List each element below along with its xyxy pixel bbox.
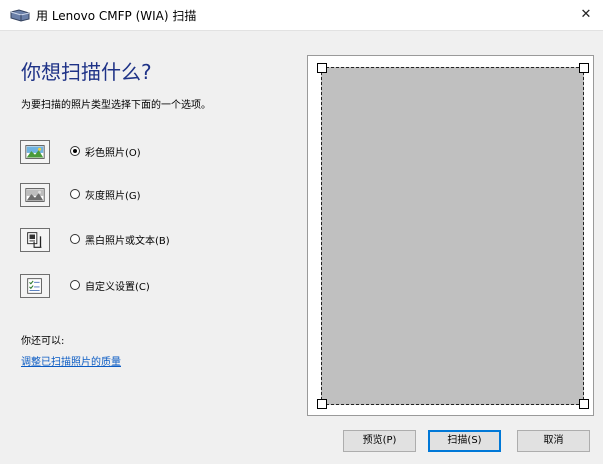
scanner-icon <box>10 9 30 22</box>
also-text: 你还可以: <box>21 336 65 347</box>
adjust-quality-link[interactable]: 调整已扫描照片的质量 <box>21 353 121 368</box>
option-label: 自定义设置(C) <box>85 282 150 293</box>
radio-bw-text[interactable] <box>70 234 80 244</box>
radio-custom-settings[interactable] <box>70 280 80 290</box>
title-bar: 用 Lenovo CMFP (WIA) 扫描 ✕ <box>0 0 603 31</box>
scan-button[interactable]: 扫描(S) <box>428 430 501 452</box>
radio-color-photo[interactable] <box>70 146 80 156</box>
close-icon[interactable]: ✕ <box>569 0 603 30</box>
option-label: 彩色照片(O) <box>85 148 141 159</box>
window-title: 用 Lenovo CMFP (WIA) 扫描 <box>36 9 197 23</box>
bw-text-icon <box>20 228 50 252</box>
instruction-text: 为要扫描的照片类型选择下面的一个选项。 <box>21 100 211 111</box>
color-photo-icon <box>20 140 50 164</box>
crop-handle-top-left[interactable] <box>317 63 327 73</box>
scan-region[interactable] <box>321 67 584 405</box>
page-title: 你想扫描什么? <box>21 60 152 84</box>
grayscale-photo-icon <box>20 183 50 207</box>
preview-pane <box>307 55 594 416</box>
crop-handle-bottom-right[interactable] <box>579 399 589 409</box>
option-label: 黑白照片或文本(B) <box>85 236 170 247</box>
option-label: 灰度照片(G) <box>85 191 141 202</box>
cancel-button[interactable]: 取消 <box>517 430 590 452</box>
custom-settings-icon <box>20 274 50 298</box>
crop-handle-top-right[interactable] <box>579 63 589 73</box>
crop-handle-bottom-left[interactable] <box>317 399 327 409</box>
radio-grayscale-photo[interactable] <box>70 189 80 199</box>
preview-button[interactable]: 预览(P) <box>343 430 416 452</box>
